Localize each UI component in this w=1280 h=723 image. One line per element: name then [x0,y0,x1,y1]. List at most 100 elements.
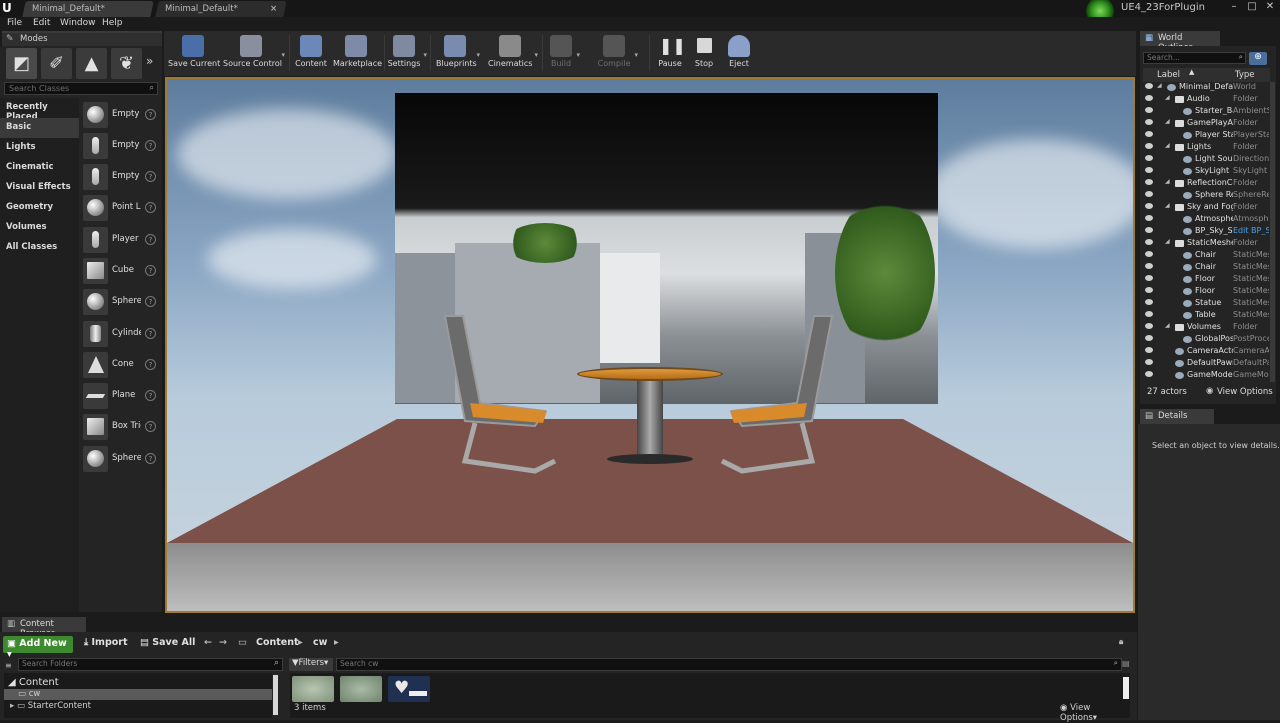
tree-expand-icon[interactable]: ◢ [1165,118,1170,125]
place-item-sphere-trigger[interactable]: Sphere Trigger? [81,445,160,474]
visibility-eye-icon[interactable] [1145,251,1153,257]
world-outliner-tab[interactable]: ▦ World Outliner [1140,31,1220,53]
place-item-empty-actor[interactable]: Empty Actor? [81,101,160,130]
category-lights[interactable]: Lights [0,138,79,158]
heart-thumbnail-icon[interactable]: ♥ [388,676,430,702]
help-icon[interactable]: ? [145,234,156,245]
help-icon[interactable]: ? [145,453,156,464]
outliner-search-input[interactable]: Search... ⌕ [1143,52,1246,64]
import-button[interactable]: ⤓ Import [84,637,128,648]
visibility-eye-icon[interactable] [1145,239,1153,245]
place-item-empty-character[interactable]: Empty Character? [81,132,160,161]
visibility-eye-icon[interactable] [1145,143,1153,149]
add-new-button[interactable]: ▣ Add New ▾ [3,636,73,660]
content-browser-tab[interactable]: ▥ Content Browser [2,617,86,639]
menu-edit[interactable]: Edit [33,18,50,28]
compile-button[interactable]: Compile ▾ [596,33,638,73]
chevron-down-icon[interactable]: ▾ [281,51,285,59]
chevron-right-icon[interactable]: » [146,54,153,68]
outliner-row[interactable]: CameraActorCameraActor [1143,346,1269,358]
category-all-classes[interactable]: All Classes [0,238,79,258]
add-actor-icon[interactable]: ⊕ [1249,52,1267,65]
outliner-row[interactable]: DefaultPawnDefaultPawn [1143,358,1269,370]
visibility-eye-icon[interactable] [1145,287,1153,293]
outliner-row[interactable]: SkyLight SkyLight [1143,166,1269,178]
tree-expand-icon[interactable]: ◢ [1165,178,1170,185]
help-icon[interactable]: ? [145,109,156,120]
category-cinematic[interactable]: Cinematic [0,158,79,178]
outliner-row[interactable]: ◢ Audio Folder [1143,94,1269,106]
visibility-eye-icon[interactable] [1145,155,1153,161]
chevron-down-icon[interactable]: ▾ [634,51,638,59]
close-tab-icon[interactable]: × [270,4,277,14]
outliner-row[interactable]: ◢ Lights Folder [1143,142,1269,154]
sources-toggle-icon[interactable]: ≡ [5,661,12,670]
foliage-mode-icon[interactable]: ❦ [111,48,142,79]
visibility-eye-icon[interactable] [1145,275,1153,281]
tree-item-starter-content[interactable]: ▸ ▭ StarterContent [10,701,91,711]
outliner-row[interactable]: ◢ GamePlayActorsFolder [1143,118,1269,130]
visibility-eye-icon[interactable] [1145,203,1153,209]
place-item-point-light[interactable]: Point Light? [81,194,160,223]
category-visual-effects[interactable]: Visual Effects [0,178,79,198]
category-recently-placed[interactable]: Recently Placed [0,98,79,122]
visibility-eye-icon[interactable] [1145,83,1153,89]
forward-arrow-icon[interactable]: → [219,637,227,648]
minimize-icon[interactable]: – [1226,1,1242,15]
document-tab-1[interactable]: Minimal_Default* [22,1,154,17]
help-icon[interactable]: ? [145,171,156,182]
build-button[interactable]: Build ▾ [548,33,580,73]
chevron-down-icon[interactable]: ▾ [423,51,427,59]
visibility-eye-icon[interactable] [1145,299,1153,305]
tree-expand-icon[interactable]: ◢ [1157,82,1162,89]
column-type[interactable]: Type [1235,70,1255,80]
place-item-cube[interactable]: Cube? [81,257,160,286]
folder-search-input[interactable]: Search Folders ⌕ [18,658,283,671]
place-item-cylinder[interactable]: Cylinder? [81,320,160,349]
place-item-plane[interactable]: Plane? [81,382,160,411]
project-badge[interactable]: UE4_23ForPlugin [1086,0,1206,25]
outliner-row[interactable]: ◢ ReflectionCaptureActorsFolder [1143,178,1269,190]
outliner-row[interactable]: ◢ StaticMeshesFolder [1143,238,1269,250]
chevron-down-icon[interactable]: ▾ [576,51,580,59]
chevron-down-icon[interactable]: ▾ [534,51,538,59]
tree-expand-icon[interactable]: ◢ [1165,322,1170,329]
help-icon[interactable]: ? [145,421,156,432]
visibility-eye-icon[interactable] [1145,335,1153,341]
blueprints-button[interactable]: Blueprints ▾ [436,33,480,73]
visibility-eye-icon[interactable] [1145,323,1153,329]
help-icon[interactable]: ? [145,296,156,307]
visibility-eye-icon[interactable] [1145,167,1153,173]
visibility-eye-icon[interactable] [1145,215,1153,221]
outliner-row[interactable]: ◢ Minimal_Default (Editor)World [1143,82,1269,94]
cinematics-button[interactable]: Cinematics ▾ [488,33,538,73]
help-icon[interactable]: ? [145,140,156,151]
filters-button[interactable]: ▼Filters▾ [289,658,333,671]
visibility-eye-icon[interactable] [1145,359,1153,365]
landscape-mode-icon[interactable]: ▲ [76,48,107,79]
outliner-row[interactable]: ◢ Volumes Folder [1143,322,1269,334]
outliner-row[interactable]: Chair StaticMeshActor [1143,262,1269,274]
visibility-eye-icon[interactable] [1145,107,1153,113]
category-volumes[interactable]: Volumes [0,218,79,238]
asset-view-scrollbar[interactable] [1123,677,1129,699]
tree-expand-icon[interactable]: ◢ [1165,238,1170,245]
level-viewport[interactable] [165,77,1135,613]
chevron-down-icon[interactable]: ▾ [476,51,480,59]
source-control-button[interactable]: Source Control ▾ [223,33,285,73]
category-basic[interactable]: Basic [0,118,79,138]
visibility-eye-icon[interactable] [1145,191,1153,197]
outliner-row[interactable]: Chair StaticMeshActor [1143,250,1269,262]
lock-icon[interactable]: 🔒︎ [1119,637,1123,647]
asset-search-input[interactable]: Search cw ⌕ [336,658,1122,671]
place-item-player-start[interactable]: Player Start? [81,226,160,255]
menu-window[interactable]: Window [60,18,96,28]
place-item-box-trigger[interactable]: Box Trigger? [81,413,160,442]
save-current-button[interactable]: Save Current [168,33,220,73]
tree-item-cw[interactable]: ▭ cw [4,689,272,700]
search-classes-input[interactable]: Search Classes ⌕ [4,82,158,95]
tree-item-content[interactable]: ◢ Content [8,677,59,688]
outliner-row[interactable]: Player StartPlayerStart [1143,130,1269,142]
visibility-eye-icon[interactable] [1145,371,1153,377]
eject-button[interactable]: Eject [726,33,752,73]
